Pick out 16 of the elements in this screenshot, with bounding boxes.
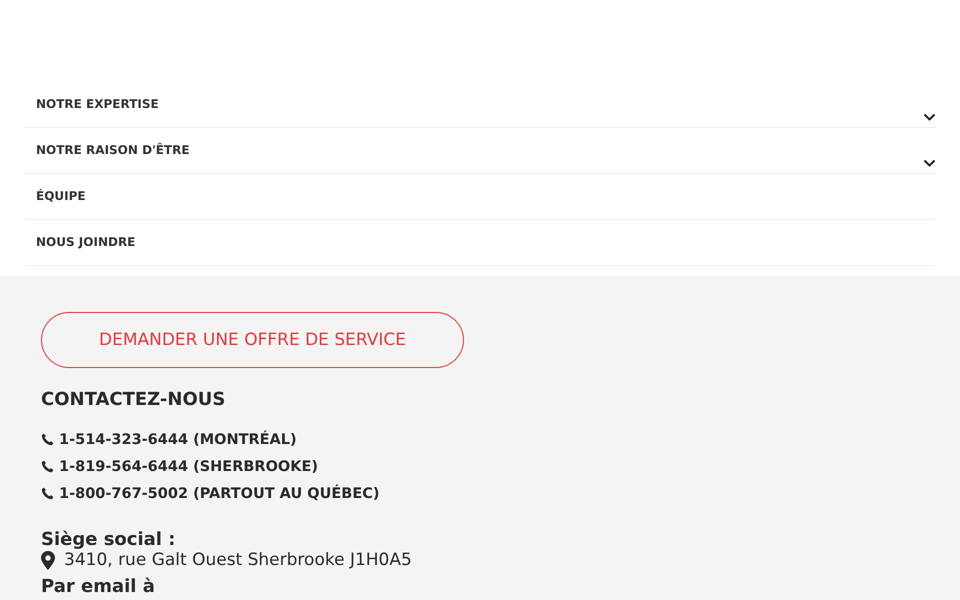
menu-item[interactable]: NOTRE RAISON D'ÊTRE	[24, 128, 936, 174]
phone-link[interactable]: 1-514-323-6444 (MONTRÉAL)	[59, 432, 297, 448]
address-text: 3410, rue Galt Ouest Sherbrooke J1H0A5	[64, 550, 412, 570]
menu-item[interactable]: NOUS JOINDRE	[24, 220, 936, 266]
map-pin-icon	[41, 550, 55, 570]
phone-link[interactable]: 1-819-564-6444 (SHERBROOKE)	[59, 458, 318, 474]
menu-item[interactable]: ÉQUIPE	[24, 174, 936, 220]
menu-item[interactable]: NOTRE EXPERTISE	[24, 82, 936, 128]
contact-heading: CONTACTEZ-NOUS	[41, 389, 226, 410]
phone-icon	[41, 487, 54, 500]
phone-icon	[41, 460, 54, 473]
phone-link[interactable]: 1-800-767-5002 (PARTOUT AU QUÉBEC)	[59, 486, 380, 502]
email-label: Par email à	[41, 576, 156, 597]
head-office-label: Siège social :	[41, 529, 176, 550]
service-request-button[interactable]: DEMANDER UNE OFFRE DE SERVICE	[41, 312, 464, 368]
phone-icon	[41, 433, 54, 446]
